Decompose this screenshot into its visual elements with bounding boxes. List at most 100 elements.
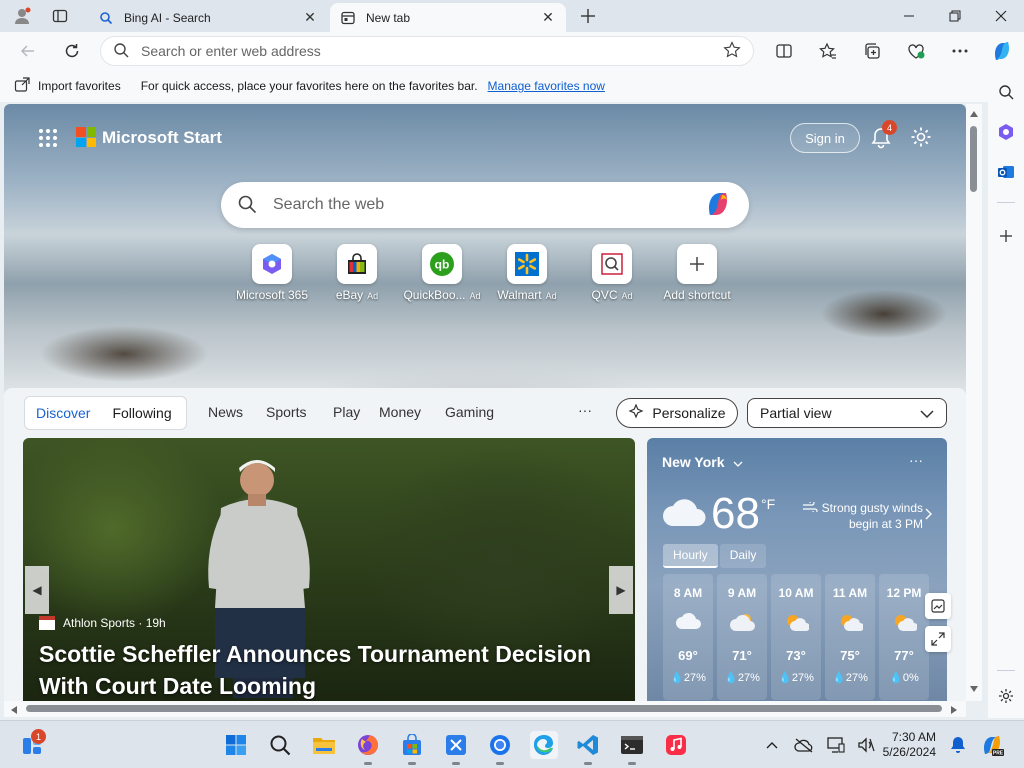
settings-gear-icon[interactable]	[910, 126, 932, 148]
vertical-scrollbar[interactable]	[966, 104, 982, 701]
shortcut-quickbooks[interactable]: qb QuickBoo... Ad	[399, 244, 485, 302]
tab-daily[interactable]: Daily	[719, 544, 767, 568]
shortcut-ebay[interactable]: eBay Ad	[314, 244, 400, 302]
copilot-preview-icon[interactable]: PRE	[978, 731, 1006, 759]
tab-bing-search[interactable]: Bing AI - Search ✕	[88, 3, 328, 32]
search-icon[interactable]	[266, 731, 294, 759]
back-arrow-icon[interactable]	[16, 39, 40, 63]
close-icon[interactable]: ✕	[540, 9, 556, 26]
hero-background: Microsoft Start Sign in 4 Microsoft 365	[4, 104, 966, 394]
sidebar-settings-gear-icon[interactable]	[996, 686, 1016, 706]
web-search-input[interactable]	[273, 196, 703, 214]
minimize-button[interactable]	[886, 0, 932, 32]
scroll-down-arrow-icon[interactable]	[969, 685, 979, 693]
collections-icon[interactable]	[860, 39, 884, 63]
carousel-next-button[interactable]: ▶	[609, 566, 633, 614]
scroll-right-arrow-icon[interactable]	[950, 705, 958, 715]
weather-card[interactable]: New York ··· 68 °F Strong gusty winds be…	[647, 438, 947, 701]
expand-icon[interactable]	[925, 626, 951, 652]
chevron-down-icon	[733, 454, 743, 470]
music-app-icon[interactable]	[662, 731, 690, 759]
scroll-thumb[interactable]	[970, 126, 977, 192]
outlook-icon[interactable]	[996, 162, 1016, 182]
import-favorites-label: Import favorites	[38, 79, 121, 93]
copilot-icon[interactable]	[703, 189, 733, 222]
hour-precip: 💧27%	[832, 672, 868, 684]
shortcut-walmart[interactable]: Walmart Ad	[484, 244, 570, 302]
weather-temperature: 68	[711, 489, 760, 538]
new-tab-plus-icon[interactable]	[578, 6, 598, 26]
weather-alert[interactable]: Strong gusty winds begin at 3 PM	[793, 500, 923, 532]
chevron-up-icon[interactable]	[758, 731, 786, 759]
chevron-right-icon[interactable]	[925, 508, 933, 523]
weather-location[interactable]: New York	[662, 454, 743, 470]
copilot-icon[interactable]	[990, 39, 1014, 63]
lead-story-card[interactable]: ◀ ▶ Athlon Sports · 19h Scottie Scheffle…	[23, 438, 635, 701]
feed-view-select[interactable]: Partial view	[747, 398, 947, 428]
nav-play[interactable]: Play	[333, 404, 360, 420]
browser-essentials-icon[interactable]	[904, 39, 928, 63]
add-app-plus-icon[interactable]	[996, 226, 1016, 246]
shortcut-microsoft-365[interactable]: Microsoft 365	[229, 244, 315, 302]
refresh-icon[interactable]	[60, 39, 84, 63]
chrome-icon[interactable]	[486, 731, 514, 765]
nav-gaming[interactable]: Gaming	[445, 404, 494, 420]
scroll-thumb[interactable]	[26, 705, 942, 712]
restore-button[interactable]	[932, 0, 978, 32]
edge-icon[interactable]	[530, 731, 558, 759]
close-icon[interactable]: ✕	[302, 9, 318, 26]
firefox-icon[interactable]	[354, 731, 382, 765]
manage-favorites-link[interactable]: Manage favorites now	[488, 79, 605, 93]
address-input[interactable]	[141, 43, 723, 59]
hour-precip-value: 0%	[902, 672, 919, 684]
carousel-prev-button[interactable]: ◀	[25, 566, 49, 614]
address-bar[interactable]	[100, 36, 754, 66]
sign-in-button[interactable]: Sign in	[790, 123, 860, 153]
network-monitor-icon[interactable]	[822, 731, 850, 759]
story-source-label: Athlon Sports · 19h	[63, 616, 166, 630]
microsoft-store-icon[interactable]	[398, 731, 426, 765]
nav-news[interactable]: News	[208, 404, 243, 420]
favorites-icon[interactable]	[816, 39, 840, 63]
cloud-sync-icon[interactable]	[790, 731, 818, 759]
copilot-app-icon[interactable]	[996, 122, 1016, 142]
tab-new-tab[interactable]: New tab ✕	[330, 3, 566, 32]
search-icon[interactable]	[996, 82, 1016, 102]
split-screen-icon[interactable]	[772, 39, 796, 63]
scroll-left-arrow-icon[interactable]	[10, 705, 18, 715]
horizontal-scrollbar[interactable]	[4, 701, 966, 717]
shortcut-qvc[interactable]: QVC Ad	[569, 244, 655, 302]
web-search-box[interactable]	[221, 182, 749, 228]
favorite-star-icon[interactable]	[723, 40, 741, 62]
start-windows-icon[interactable]	[222, 731, 250, 759]
tab-actions-icon[interactable]	[50, 6, 70, 26]
snipping-tool-icon[interactable]	[442, 731, 470, 765]
more-categories-button[interactable]: ···	[578, 402, 592, 418]
tab-discover[interactable]: Discover	[25, 405, 101, 421]
nav-money[interactable]: Money	[379, 404, 421, 420]
import-favorites-button[interactable]: Import favorites	[14, 76, 121, 96]
personalize-button[interactable]: Personalize	[616, 398, 738, 428]
notification-bell-icon[interactable]	[944, 731, 972, 759]
brand-title[interactable]: Microsoft Start	[102, 128, 222, 148]
shortcut-label: eBay	[335, 288, 364, 302]
profile-icon[interactable]	[12, 6, 32, 26]
scroll-up-arrow-icon[interactable]	[969, 110, 979, 118]
file-explorer-icon[interactable]	[310, 731, 338, 759]
news-feed: Discover Following News Sports Play Mone…	[4, 388, 966, 701]
terminal-icon[interactable]	[618, 731, 646, 765]
shortcut-add[interactable]: Add shortcut	[654, 244, 740, 302]
system-clock[interactable]: 7:30 AM 5/26/2024	[876, 730, 936, 760]
story-headline[interactable]: Scottie Scheffler Announces Tournament D…	[39, 638, 619, 701]
weather-more-options[interactable]: ···	[909, 452, 923, 468]
vscode-icon[interactable]	[574, 731, 602, 765]
tab-hourly[interactable]: Hourly	[663, 544, 718, 568]
tab-following[interactable]: Following	[101, 405, 182, 421]
import-icon	[14, 76, 30, 96]
image-info-icon[interactable]	[925, 593, 951, 619]
nav-sports[interactable]: Sports	[266, 404, 306, 420]
more-options-icon[interactable]	[948, 39, 972, 63]
apps-launcher-icon[interactable]	[38, 128, 58, 148]
window-close-button[interactable]	[978, 0, 1024, 32]
ad-label: Ad	[367, 291, 379, 301]
